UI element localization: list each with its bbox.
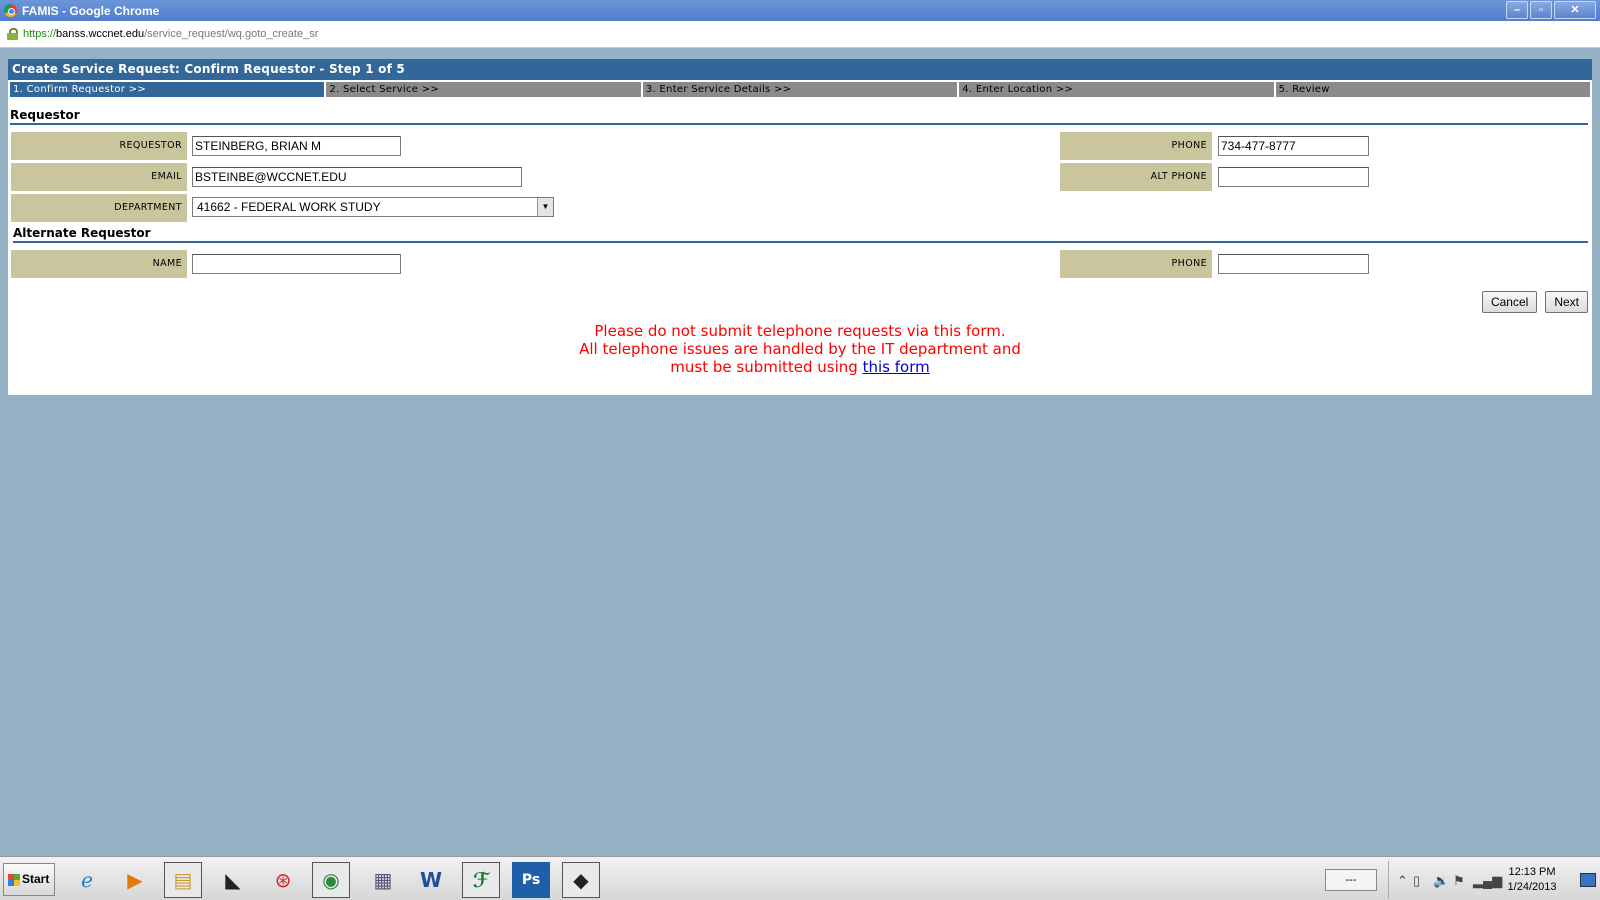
url-host: banss.wccnet.edu <box>56 28 145 40</box>
internet-explorer-icon[interactable]: ℯ <box>68 862 106 898</box>
usb-icon[interactable]: ▯ <box>1413 873 1420 889</box>
step-select-service[interactable]: 2. Select Service >> <box>326 82 641 97</box>
alt-requestor-phone-label: PHONE <box>1060 250 1212 278</box>
step-review[interactable]: 5. Review <box>1275 82 1591 97</box>
close-button[interactable]: ✕ <box>1554 1 1596 19</box>
notice-line-3: must be submitted using this form <box>8 358 1592 376</box>
requestor-input[interactable] <box>192 136 401 156</box>
department-selected-value: 41662 - FEDERAL WORK STUDY <box>197 200 381 214</box>
address-bar[interactable]: https://banss.wccnet.edu/service_request… <box>0 21 1600 48</box>
taskbar: Start ℯ ▶ ▤ ◣ ⊛ ◉ ▦ W ℱ Ps ◆ --- ⌃ ▯ 🔉 ⚑… <box>0 856 1600 900</box>
notice-line-2: All telephone issues are handled by the … <box>579 340 1021 358</box>
service-request-panel: Create Service Request: Confirm Requesto… <box>8 59 1592 395</box>
form-actions: Cancel Next <box>1481 291 1588 313</box>
action-center-flag-icon[interactable]: ⚑ <box>1453 873 1465 889</box>
alt-phone-input[interactable] <box>1218 167 1369 187</box>
chrome-icon[interactable]: ◉ <box>312 862 350 898</box>
lock-icon <box>7 28 18 40</box>
step-enter-service-details[interactable]: 3. Enter Service Details >> <box>642 82 958 97</box>
notice-line-1: Please do not submit telephone requests … <box>594 322 1006 340</box>
clock-time: 12:13 PM <box>1508 866 1556 878</box>
alternate-requestor-fields: NAME PHONE <box>8 250 1592 280</box>
adobe-reader-icon[interactable]: ⊛ <box>264 862 302 898</box>
telephone-form-link[interactable]: this form <box>863 358 930 376</box>
photoshop-icon[interactable]: Ps <box>512 862 550 898</box>
url-scheme: https:// <box>23 28 57 40</box>
email-input[interactable] <box>192 167 522 187</box>
start-label: Start <box>22 872 50 886</box>
step-confirm-requestor[interactable]: 1. Confirm Requestor >> <box>10 82 325 97</box>
show-hidden-icons-icon[interactable]: ⌃ <box>1397 873 1408 889</box>
phone-label: PHONE <box>1060 132 1212 160</box>
requestor-label: REQUESTOR <box>11 132 187 160</box>
word-icon[interactable]: W <box>412 862 450 898</box>
requestor-section-title: Requestor <box>10 108 1588 125</box>
telephone-notice: Please do not submit telephone requests … <box>8 322 1592 376</box>
page-title: Create Service Request: Confirm Requesto… <box>8 59 1592 80</box>
alt-requestor-phone-input[interactable] <box>1218 254 1369 274</box>
step-enter-location[interactable]: 4. Enter Location >> <box>959 82 1274 97</box>
maximize-button[interactable]: ▫ <box>1530 1 1552 19</box>
cancel-button[interactable]: Cancel <box>1481 291 1538 313</box>
calculator-icon[interactable]: ▦ <box>364 862 402 898</box>
window-title: FAMIS - Google Chrome <box>22 3 160 18</box>
media-player-icon[interactable]: ▶ <box>116 862 154 898</box>
alt-phone-label: ALT PHONE <box>1060 163 1212 191</box>
wizard-steps: 1. Confirm Requestor >> 2. Select Servic… <box>8 82 1592 97</box>
laptop-icon[interactable]: ◆ <box>562 862 600 898</box>
department-select[interactable]: 41662 - FEDERAL WORK STUDY ▼ <box>192 197 554 217</box>
alt-requestor-name-input[interactable] <box>192 254 401 274</box>
next-button[interactable]: Next <box>1545 291 1588 313</box>
file-explorer-icon[interactable]: ▤ <box>164 862 202 898</box>
url-path: /service_request/wq.goto_create_sr <box>144 28 319 40</box>
scanner-icon[interactable]: ◣ <box>214 862 252 898</box>
clock[interactable]: 12:13 PM 1/24/2013 <box>1497 865 1567 895</box>
start-button[interactable]: Start <box>3 863 55 896</box>
email-label: EMAIL <box>11 163 187 191</box>
department-label: DEPARTMENT <box>11 194 187 222</box>
volume-icon[interactable]: 🔉 <box>1433 873 1449 889</box>
clock-date: 1/24/2013 <box>1507 881 1557 893</box>
window-titlebar: FAMIS - Google Chrome – ▫ ✕ <box>0 0 1600 21</box>
name-label: NAME <box>11 250 187 278</box>
phone-input[interactable] <box>1218 136 1369 156</box>
requestor-fields: REQUESTOR PHONE EMAIL ALT PHONE DEPARTME… <box>8 132 1592 224</box>
language-bar[interactable]: --- <box>1325 869 1377 891</box>
notice-line-3-text: must be submitted using <box>670 358 858 376</box>
show-desktop-icon[interactable] <box>1580 873 1596 887</box>
windows-logo-icon <box>8 874 20 886</box>
window-controls: – ▫ ✕ <box>1506 1 1596 19</box>
chevron-down-icon[interactable]: ▼ <box>537 198 553 216</box>
minimize-button[interactable]: – <box>1506 1 1528 19</box>
spreadsheet-icon[interactable]: ℱ <box>462 862 500 898</box>
alternate-requestor-section-title: Alternate Requestor <box>13 226 1588 243</box>
chrome-logo-icon <box>4 4 17 17</box>
system-tray: ⌃ ▯ 🔉 ⚑ ▂▄▆ 12:13 PM 1/24/2013 <box>1388 861 1600 899</box>
